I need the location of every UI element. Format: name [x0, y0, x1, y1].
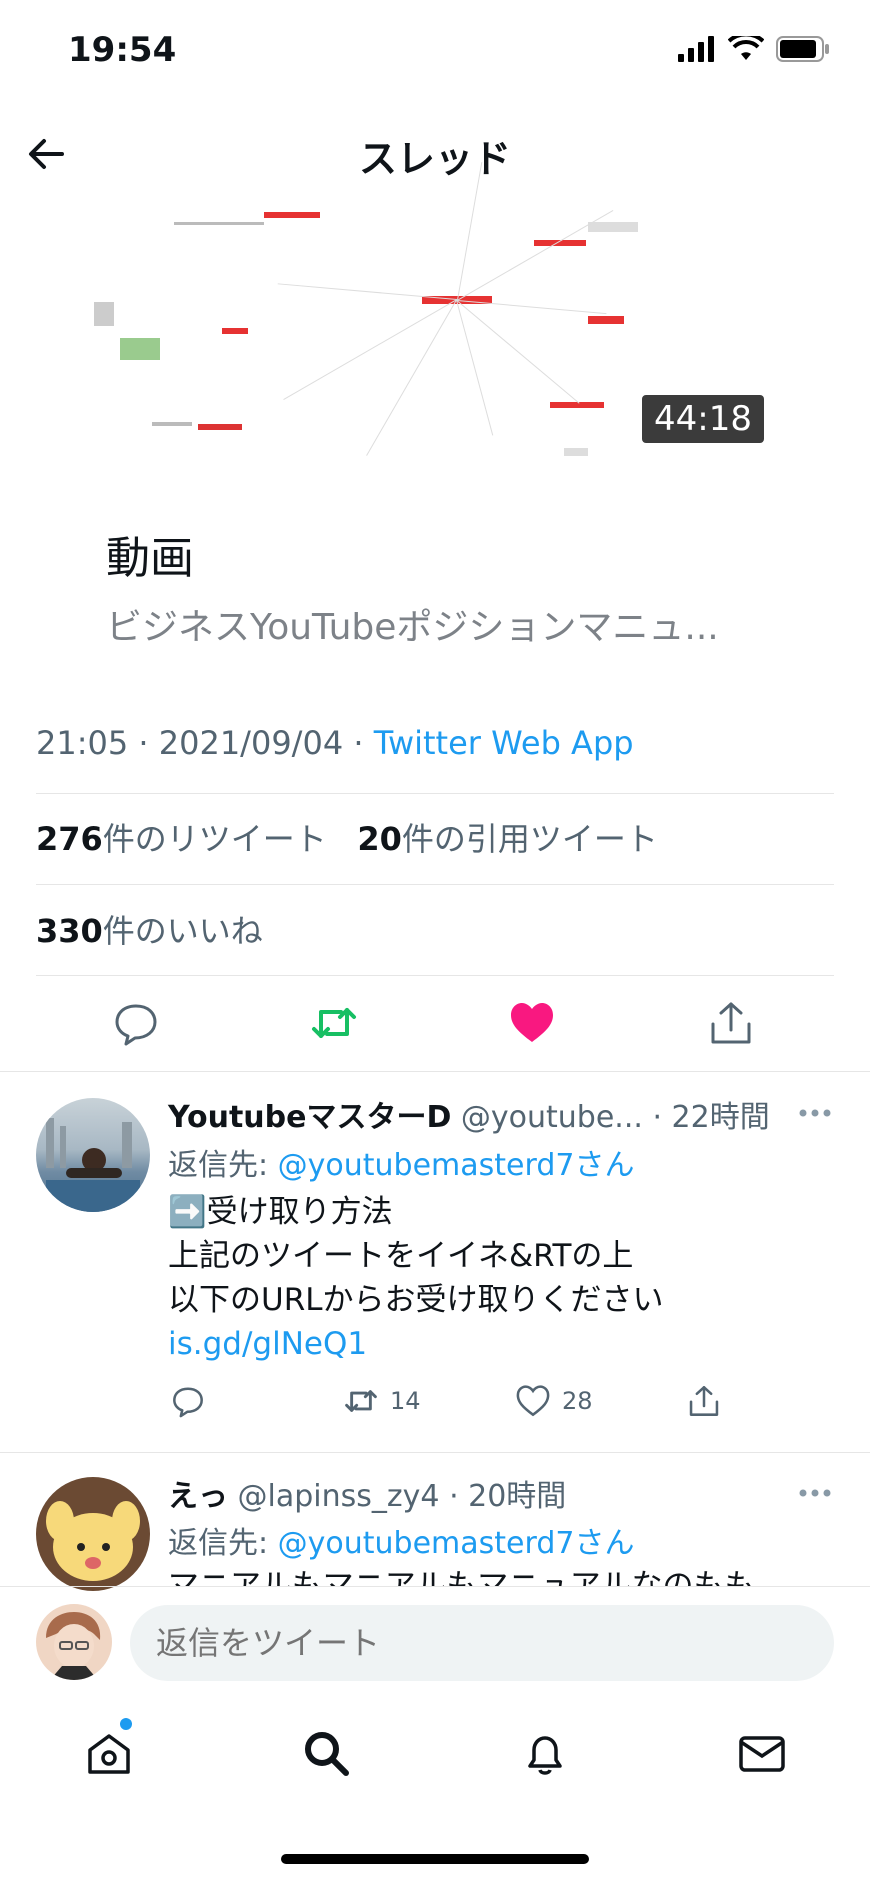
reply-text-line: 以下のURLからお受け取りください	[168, 1282, 664, 1318]
tweet-date: 2021/09/04	[158, 724, 344, 762]
video-description[interactable]: ビジネスYouTubeポジションマニュ...	[106, 598, 719, 650]
divider	[0, 1586, 870, 1587]
my-avatar[interactable]	[36, 1604, 112, 1680]
video-kind-label: 動画	[106, 533, 194, 584]
reply-to: 返信先: @youtubemasterd7さん	[168, 1518, 634, 1562]
likes-label: 件のいいね	[102, 912, 263, 950]
reply-input[interactable]	[130, 1605, 834, 1681]
reply-retweet-count: 14	[390, 1387, 421, 1415]
reply-to-prefix: 返信先:	[168, 1148, 278, 1183]
reply-time: · 20時間	[449, 1479, 567, 1514]
divider	[36, 884, 834, 885]
retweets-label: 件のリツイート	[102, 820, 327, 858]
retweet-icon[interactable]	[309, 998, 359, 1048]
share-icon[interactable]	[706, 998, 756, 1048]
bell-icon	[528, 1736, 562, 1775]
tab-messages[interactable]	[737, 1728, 787, 1778]
reply-icon	[173, 1387, 203, 1418]
reply-time: · 22時間	[652, 1100, 770, 1135]
status-icons	[678, 36, 830, 62]
likes-count: 330	[36, 912, 103, 950]
divider	[36, 975, 834, 976]
status-time: 19:54	[68, 30, 177, 70]
like-filled-icon[interactable]	[507, 998, 557, 1048]
more-options-icon[interactable]	[798, 1108, 832, 1118]
reply-author-handle[interactable]: @lapinss_zy4	[238, 1479, 440, 1514]
more-options-icon[interactable]	[798, 1488, 832, 1498]
share-icon	[689, 1386, 719, 1416]
reply-reply-button[interactable]	[170, 1383, 206, 1419]
reply-to: 返信先: @youtubemasterd7さん	[168, 1140, 634, 1184]
retweet-icon	[345, 1390, 377, 1412]
tab-search[interactable]	[301, 1728, 351, 1778]
reply-link[interactable]: is.gd/glNeQ1	[168, 1322, 664, 1366]
retweet-quote-stats: 276件のリツイート 20件の引用ツイート	[36, 814, 658, 860]
mail-icon	[739, 1736, 785, 1772]
reply-to-mention[interactable]: @youtubemasterd7さん	[278, 1148, 635, 1183]
signal-icon	[678, 36, 714, 62]
quotes-label: 件の引用ツイート	[401, 820, 658, 858]
avatar[interactable]	[36, 1098, 150, 1212]
reply-share-button[interactable]	[686, 1383, 722, 1419]
likes-stat[interactable]: 330件のいいね	[36, 906, 263, 952]
home-indicator[interactable]	[281, 1854, 589, 1864]
wifi-icon	[728, 36, 764, 60]
tweet-source-link[interactable]: Twitter Web App	[374, 724, 634, 762]
reply-author-name[interactable]: えっ	[168, 1479, 228, 1514]
reply-retweet-button[interactable]: 14	[342, 1383, 421, 1419]
reply-body: ➡️受け取り方法 上記のツイートをイイネ&RTの上 以下のURLからお受け取りく…	[168, 1190, 664, 1366]
notification-dot	[120, 1718, 132, 1730]
retweets-count: 276	[36, 820, 103, 858]
video-duration-badge: 44:18	[642, 395, 764, 443]
heart-icon	[516, 1385, 550, 1417]
tab-notifications[interactable]	[520, 1728, 570, 1778]
home-icon	[88, 1734, 130, 1774]
reply-like-count: 28	[562, 1387, 593, 1415]
reply-to-mention[interactable]: @youtubemasterd7さん	[278, 1526, 635, 1561]
tab-home[interactable]	[84, 1718, 134, 1778]
reply-like-button[interactable]: 28	[514, 1383, 593, 1419]
reply-author-name[interactable]: YoutubeマスターD	[168, 1100, 451, 1135]
battery-icon	[776, 36, 829, 62]
divider	[36, 793, 834, 794]
divider	[0, 1452, 870, 1453]
reply-header: YoutubeマスターD @youtube... · 22時間	[168, 1092, 770, 1136]
quotes-stat[interactable]: 20件の引用ツイート	[357, 820, 658, 858]
divider	[0, 1071, 870, 1072]
retweets-stat[interactable]: 276件のリツイート	[36, 820, 327, 858]
reply-text-line: ➡️受け取り方法	[168, 1194, 393, 1230]
avatar[interactable]	[36, 1477, 150, 1591]
quotes-count: 20	[357, 820, 402, 858]
search-icon	[305, 1732, 349, 1776]
tweet-time: 21:05	[36, 724, 129, 762]
reply-icon[interactable]	[111, 998, 161, 1048]
tweet-timestamp: 21:05 · 2021/09/04 · Twitter Web App	[36, 724, 634, 762]
reply-text-line: マニアルもマニアルもマニュアルなのもも	[168, 1568, 756, 1586]
page-title: スレッド	[358, 137, 511, 181]
reply-to-prefix: 返信先:	[168, 1526, 278, 1561]
reply-author-handle[interactable]: @youtube...	[461, 1100, 643, 1135]
reply-text-line: 上記のツイートをイイネ&RTの上	[168, 1238, 634, 1274]
reply-header: えっ @lapinss_zy4 · 20時間	[168, 1471, 566, 1515]
